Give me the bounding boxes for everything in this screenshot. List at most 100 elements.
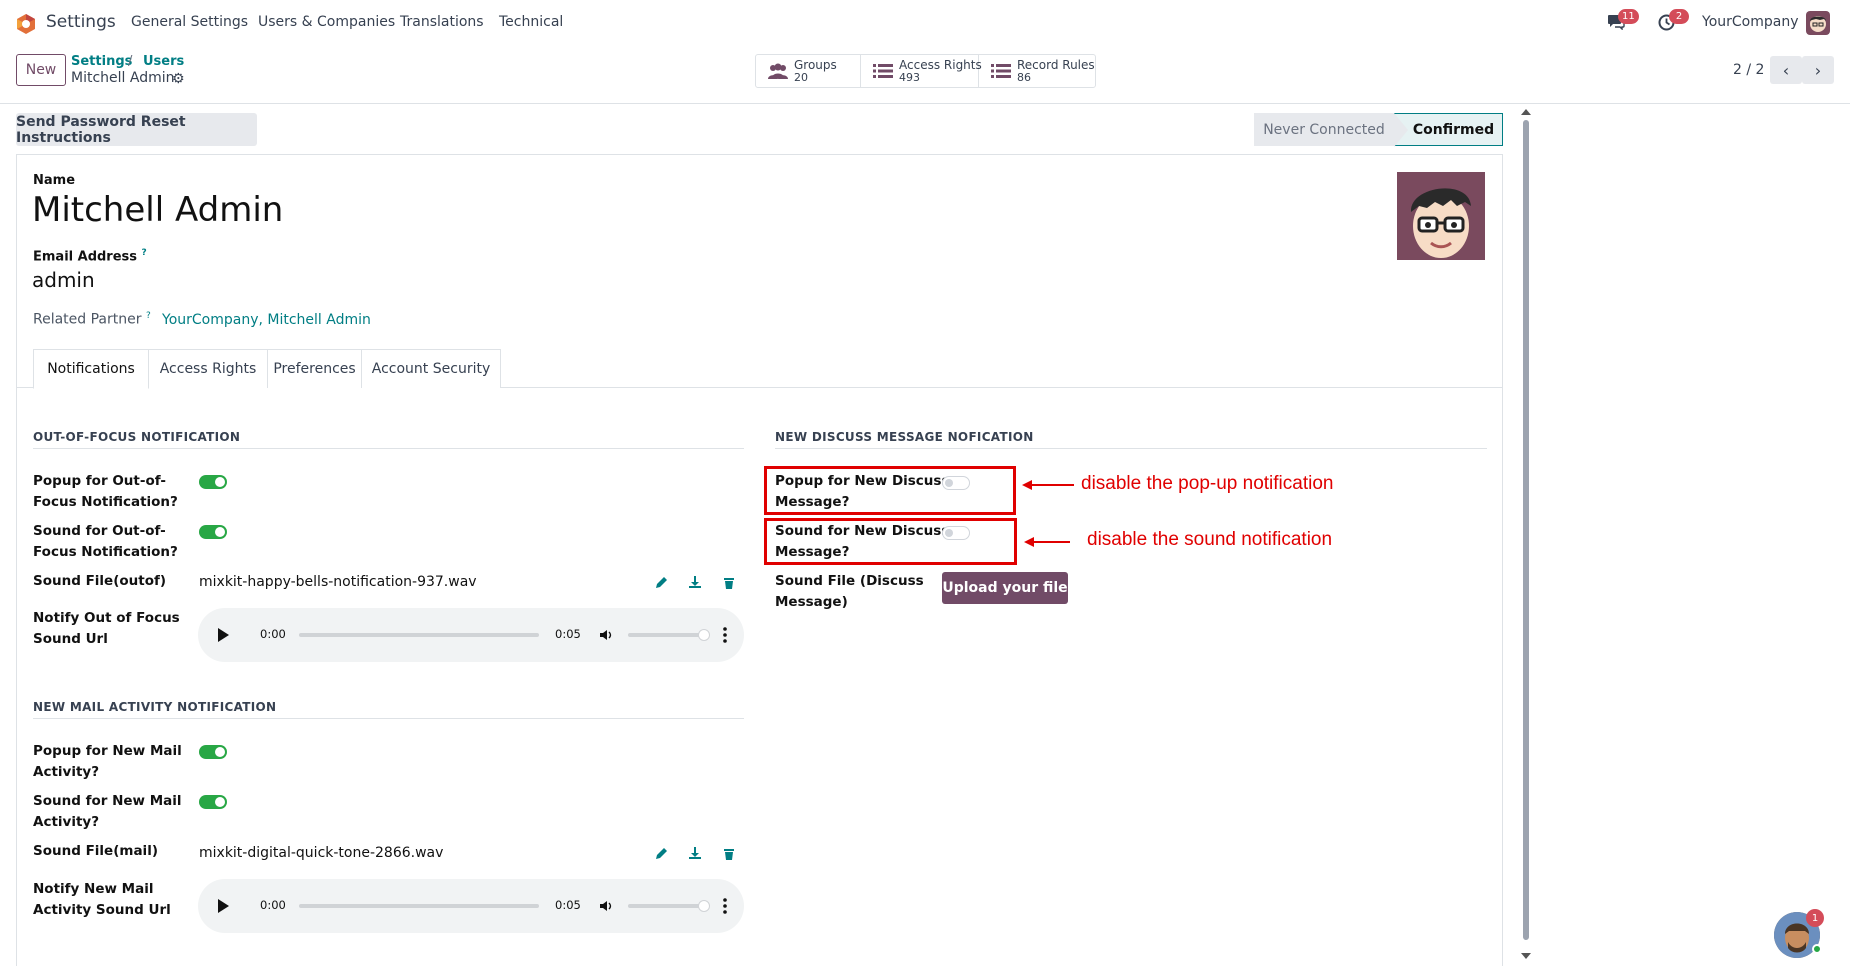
access-rights-smart-button[interactable]: Access Rights 493 (861, 55, 982, 87)
out-of-focus-audio-player: 0:00 0:05 (198, 608, 744, 662)
related-partner-label: Related Partner ? (33, 311, 151, 328)
annotation-arrow-icon (1024, 537, 1070, 547)
breadcrumb-users[interactable]: Users (143, 54, 184, 69)
trash-icon[interactable] (722, 847, 736, 861)
tab-access-rights[interactable]: Access Rights (148, 349, 268, 388)
help-icon[interactable]: ? (146, 311, 151, 321)
related-partner-link[interactable]: YourCompany, Mitchell Admin (162, 312, 371, 328)
out-of-focus-section-title: OUT-OF-FOCUS NOTIFICATION (33, 430, 241, 444)
top-navbar: Settings General Settings Users & Compan… (0, 0, 1850, 46)
list-icon (873, 64, 893, 78)
sound-file-discuss-label: Sound File (Discuss Message) (775, 573, 924, 610)
play-icon[interactable] (218, 628, 229, 642)
audio-duration: 0:05 (555, 627, 581, 641)
breadcrumb-current-record: Mitchell Admin (71, 70, 175, 86)
tab-account-security[interactable]: Account Security (361, 349, 501, 388)
groups-label: Groups (794, 58, 837, 72)
audio-current-time: 0:00 (260, 898, 286, 912)
groups-count: 20 (794, 71, 808, 84)
activities-badge: 2 (1669, 9, 1689, 24)
record-rules-label: Record Rules (1017, 58, 1095, 72)
record-rules-count: 86 (1017, 71, 1031, 84)
sound-out-of-focus-label: Sound for Out-of- Focus Notification? (33, 523, 178, 560)
edit-icon[interactable] (654, 847, 668, 861)
more-options-icon[interactable] (723, 627, 727, 643)
menu-translations[interactable]: Translations (400, 14, 484, 30)
tab-preferences[interactable]: Preferences (267, 349, 362, 388)
annotation-box-popup (764, 466, 1016, 515)
annotation-popup-note: disable the pop-up notification (1081, 473, 1334, 494)
more-options-icon[interactable] (723, 898, 727, 914)
scrollbar-thumb[interactable] (1523, 120, 1529, 940)
email-field[interactable]: admin (32, 268, 95, 292)
list-icon (991, 64, 1011, 78)
breadcrumb-settings[interactable]: Settings (71, 54, 132, 69)
activities-button[interactable]: 2 (1658, 9, 1689, 32)
pager-previous-button[interactable]: ‹ (1770, 56, 1802, 84)
edit-icon[interactable] (654, 576, 668, 590)
discuss-section-title: NEW DISCUSS MESSAGE NOFICATION (775, 430, 1034, 444)
help-icon[interactable]: ? (142, 248, 147, 258)
out-of-focus-sound-url-label: Notify Out of Focus Sound Url (33, 610, 180, 647)
user-avatar-icon (1397, 172, 1485, 260)
messages-button[interactable]: 11 (1607, 9, 1639, 32)
play-icon[interactable] (218, 899, 229, 913)
scroll-down-icon[interactable] (1521, 952, 1531, 960)
volume-slider[interactable] (628, 633, 706, 637)
download-icon[interactable] (688, 575, 702, 589)
audio-seek-bar[interactable] (299, 633, 539, 637)
volume-icon[interactable] (599, 899, 613, 913)
download-icon[interactable] (688, 846, 702, 860)
name-field[interactable]: Mitchell Admin (32, 190, 283, 230)
status-bar: Never Connected Confirmed (1254, 113, 1503, 147)
smart-buttons: Groups 20 Access Rights 493 Record Rules… (755, 54, 1096, 88)
section-divider (775, 448, 1487, 449)
company-switcher[interactable]: YourCompany (1702, 14, 1799, 30)
chat-unread-badge: 1 (1806, 909, 1824, 927)
control-panel: New Settings / Users Mitchell Admin ⚙ Gr… (0, 46, 1850, 104)
gear-icon[interactable]: ⚙ (172, 71, 185, 87)
sound-mail-activity-toggle[interactable] (199, 795, 227, 809)
popup-mail-activity-toggle[interactable] (199, 745, 227, 759)
popup-out-of-focus-toggle[interactable] (199, 475, 227, 489)
app-title[interactable]: Settings (46, 12, 116, 32)
mail-activity-section-title: NEW MAIL ACTIVITY NOTIFICATION (33, 700, 277, 714)
sound-out-of-focus-toggle[interactable] (199, 525, 227, 539)
tab-notifications[interactable]: Notifications (33, 349, 149, 389)
sound-mail-activity-label: Sound for New Mail Activity? (33, 793, 182, 830)
vertical-scrollbar[interactable] (1520, 108, 1532, 966)
online-status-indicator (1812, 944, 1822, 954)
send-password-reset-button[interactable]: Send Password Reset Instructions (16, 113, 257, 146)
menu-general-settings[interactable]: General Settings (131, 14, 248, 30)
user-avatar-menu[interactable] (1806, 11, 1830, 35)
sound-file-outof-label: Sound File(outof) (33, 573, 167, 589)
mail-activity-sound-url-label: Notify New Mail Activity Sound Url (33, 881, 171, 918)
volume-slider-handle[interactable] (698, 629, 710, 641)
volume-slider-handle[interactable] (698, 900, 710, 912)
email-label: Email Address ? (33, 248, 147, 265)
user-photo[interactable] (1397, 172, 1485, 260)
menu-technical[interactable]: Technical (499, 14, 563, 30)
access-rights-count: 493 (899, 71, 920, 84)
record-rules-smart-button[interactable]: Record Rules 86 (979, 55, 1095, 87)
annotation-box-sound (764, 518, 1017, 565)
scroll-up-icon[interactable] (1521, 108, 1531, 116)
pager-next-button[interactable]: › (1802, 56, 1834, 84)
name-label: Name (33, 173, 76, 188)
audio-seek-bar[interactable] (299, 904, 539, 908)
section-divider (33, 718, 744, 719)
sound-file-mail-value: mixkit-digital-quick-tone-2866.wav (199, 845, 444, 861)
new-button[interactable]: New (16, 54, 66, 86)
popup-mail-activity-label: Popup for New Mail Activity? (33, 743, 182, 780)
volume-slider[interactable] (628, 904, 706, 908)
trash-icon[interactable] (722, 576, 736, 590)
audio-current-time: 0:00 (260, 627, 286, 641)
groups-smart-button[interactable]: Groups 20 (756, 55, 861, 87)
pager-value[interactable]: 2 / 2 (1733, 62, 1764, 78)
volume-icon[interactable] (599, 628, 613, 642)
status-never-connected[interactable]: Never Connected (1254, 113, 1394, 146)
app-logo-icon[interactable] (15, 13, 37, 35)
status-confirmed[interactable]: Confirmed (1394, 113, 1503, 147)
menu-users-companies[interactable]: Users & Companies (258, 14, 395, 30)
upload-file-button[interactable]: Upload your file (942, 572, 1068, 604)
